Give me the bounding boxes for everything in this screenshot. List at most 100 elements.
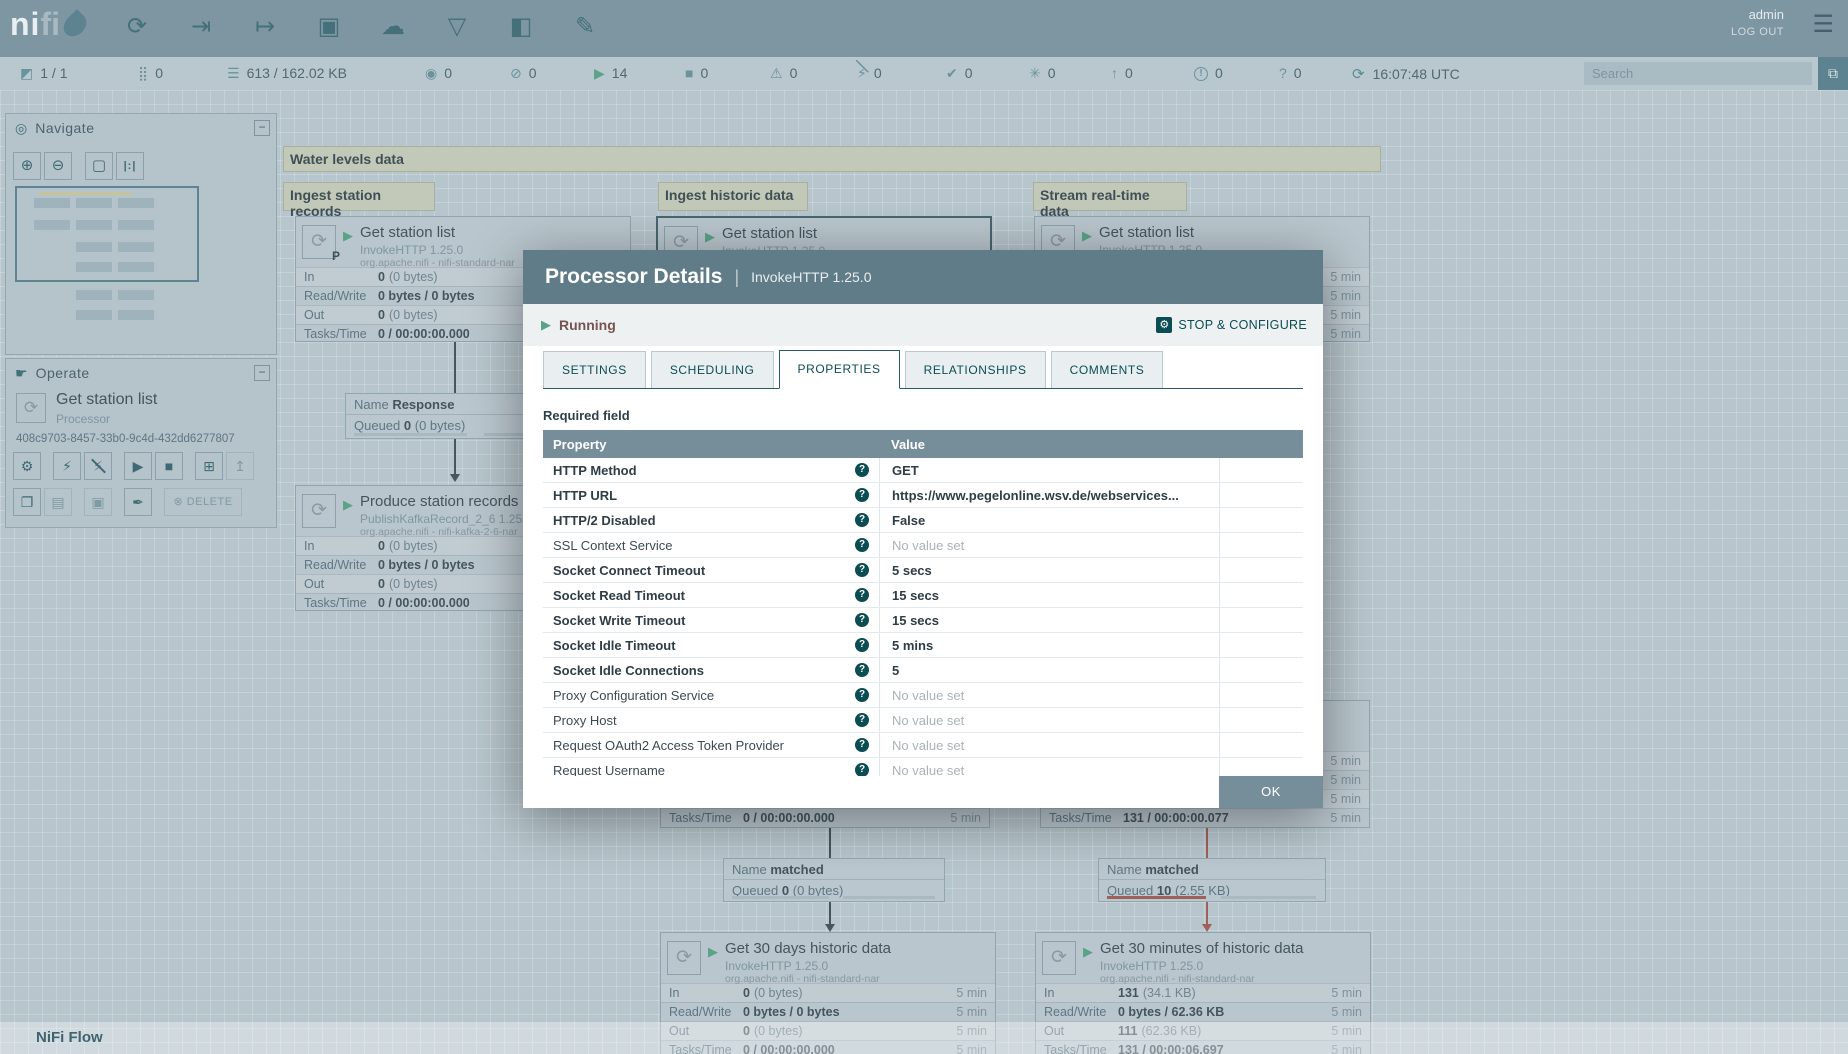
template-icon[interactable]: ◧ [506,8,536,46]
zoom-in-button[interactable]: ⊕ [13,152,41,180]
funnel-icon[interactable]: ▽ [442,8,472,46]
tab-settings[interactable]: SETTINGS [543,351,646,388]
property-value: False [879,508,1219,532]
property-row: HTTP/2 Disabled? False [543,508,1303,533]
property-help-icon[interactable]: ? [855,588,869,602]
property-help-icon[interactable]: ? [855,488,869,502]
property-help-icon[interactable]: ? [855,663,869,677]
nifi-droplet-icon [59,8,91,41]
nifi-logo: ni fi [10,6,91,43]
property-help-icon[interactable]: ? [855,738,869,752]
tab-scheduling[interactable]: SCHEDULING [650,351,774,388]
property-row: Socket Idle Connections? 5 [543,658,1303,683]
stat-window: 5 min [1330,754,1361,768]
process-group-icon[interactable]: ▣ [314,8,344,46]
stat-window: 5 min [1330,811,1361,825]
canvas-label-water-levels[interactable]: Water levels data [283,146,1381,172]
property-help-icon[interactable]: ? [855,538,869,552]
upload-template-button: ↥ [226,452,254,480]
copy-button[interactable]: ❐ [13,488,41,516]
search-input[interactable] [1584,62,1812,85]
property-row: Socket Idle Timeout? 5 mins [543,633,1303,658]
status-running: ▶ 14 [594,57,627,90]
tab-comments[interactable]: COMMENTS [1050,351,1164,388]
property-extra-cell [1219,708,1303,732]
stat-row-in: In 0(0 bytes) 5 min [661,983,995,1002]
property-name: Socket Connect Timeout [553,562,706,578]
refresh-icon[interactable]: ⟳ [1352,65,1365,83]
property-row: Proxy Configuration Service? No value set [543,683,1303,708]
status-locally-modified: ✳ 0 [1029,57,1056,90]
remote-process-group-icon[interactable]: ☁ [378,8,408,46]
selected-component-name: Get station list [56,391,158,408]
dialog-body: SETTINGS SCHEDULING PROPERTIES RELATIONSHIP… [523,346,1323,808]
stat-label: In [669,986,680,1000]
property-row: Socket Read Timeout? 15 secs [543,583,1303,608]
enable-button[interactable]: ⚡ [53,452,81,480]
connection-arrow-icon [825,924,835,932]
zoom-actual-size-button[interactable]: |:| [116,152,144,180]
label-icon[interactable]: ✎ [570,8,600,46]
processor-details-dialog: Processor Details | InvokeHTTP 1.25.0 ▶ … [523,250,1323,808]
stat-value: 0 / 00:00:00.000 [743,811,835,825]
refresh-time: 16:07:48 UTC [1372,65,1460,82]
property-name: Socket Write Timeout [553,612,686,628]
tab-properties[interactable]: PROPERTIES [778,350,900,389]
running-status-icon: ▶ [541,317,551,332]
group-button: ▣ [84,488,112,516]
dialog-tabs: SETTINGS SCHEDULING PROPERTIES RELATIONSHIP… [543,350,1303,389]
canvas-label-ingest-historic-data[interactable]: Ingest historic data [658,182,808,211]
property-name: Socket Read Timeout [553,587,685,603]
property-help-icon[interactable]: ? [855,713,869,727]
property-extra-cell [1219,533,1303,557]
configure-button[interactable]: ⚙ [13,452,41,480]
zoom-fit-button[interactable]: ▢ [85,152,113,180]
property-help-icon[interactable]: ? [855,763,869,776]
create-template-button[interactable]: ⊞ [195,452,223,480]
logout-link[interactable]: LOG OUT [1731,26,1784,38]
property-help-icon[interactable]: ? [855,638,869,652]
ok-button[interactable]: OK [1219,776,1323,808]
canvas-label-stream-realtime-data[interactable]: Stream real-time data [1033,182,1187,219]
disable-button[interactable]: ⚡ [84,452,112,480]
breadcrumb-nifi-flow[interactable]: NiFi Flow [36,1029,103,1046]
connection-name: Name matched [724,859,944,880]
birdseye-viewport[interactable] [15,186,199,282]
zoom-out-button[interactable]: ⊖ [44,152,72,180]
dialog-title-separator: | [734,266,740,287]
change-color-button[interactable]: ✒ [124,488,152,516]
connection-label-matched-1[interactable]: Name matched Queued 0 (0 bytes) [723,858,945,902]
nifi-app: Water levels data Ingest station records… [0,0,1848,1054]
stat-label: Read/Write [1044,1005,1107,1019]
collapse-operate-button[interactable]: − [254,365,270,381]
status-queued: ☰ 613 / 162.02 KB [227,57,347,90]
property-help-icon[interactable]: ? [855,613,869,627]
stop-configure-gear-icon: ⚙ [1156,317,1173,333]
disabled-icon: ⚡ [857,57,867,90]
bulletin-board-button[interactable]: ⧉ [1818,57,1848,90]
canvas-label-ingest-station-records[interactable]: Ingest station records [283,182,435,219]
processor-name: Get station list [360,224,456,241]
stop-and-configure-button[interactable]: ⚙ STOP & CONFIGURE [1156,317,1307,333]
processor-icon[interactable]: ⟳ [122,8,152,46]
flow-status-bar: ◩ 1 / 1 ⣿ 0 ☰ 613 / 162.02 KB ◉ 0 ⊘ 0 ▶ 14 ■ 0 ⚠ 0 ⚡ 0 ✔ 0 ✳… [0,57,1848,90]
property-value: 5 [879,658,1219,682]
input-port-icon[interactable]: ⇥ [186,8,216,46]
connection-label-matched-2[interactable]: Name matched Queued 10 (2.55 KB) [1098,858,1326,902]
collapse-navigate-button[interactable]: − [254,120,270,136]
current-user: admin [1748,7,1784,22]
property-help-icon[interactable]: ? [855,513,869,527]
stat-window: 5 min [956,1005,987,1019]
status-cluster: ◩ 1 / 1 [20,57,67,90]
stat-value: 131 (34.1 KB) [1118,986,1196,1000]
output-port-icon[interactable]: ↦ [250,8,280,46]
processor-name: Produce station records [360,493,519,510]
tab-relationships[interactable]: RELATIONSHIPS [904,351,1046,388]
global-menu-icon[interactable]: ☰ [1812,10,1834,39]
start-button[interactable]: ▶ [124,452,152,480]
processor-type: PublishKafkaRecord_2_6 1.25.0 [360,512,533,526]
stop-button[interactable]: ■ [155,452,183,480]
property-help-icon[interactable]: ? [855,563,869,577]
property-help-icon[interactable]: ? [855,688,869,702]
property-help-icon[interactable]: ? [855,463,869,477]
